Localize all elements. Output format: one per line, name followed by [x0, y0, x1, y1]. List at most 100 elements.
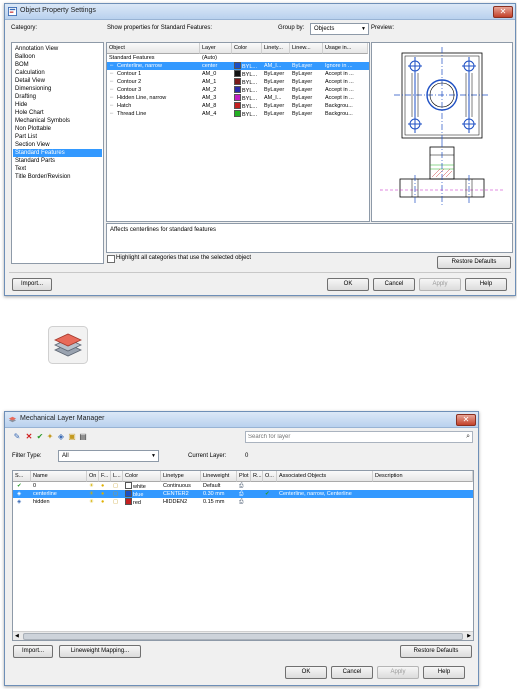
import-button[interactable]: Import...: [12, 278, 52, 291]
property-row[interactable]: Contour 1 AM_0 BYL... ByLayer ByLayer Accept …: [107, 70, 369, 78]
category-item[interactable]: Section View: [13, 141, 102, 149]
restore-defaults-button[interactable]: Restore Defaults: [437, 256, 511, 269]
layer-row[interactable]: ✔ 0 ☀ ● ▢ white Continuous Default ⎙: [13, 482, 473, 490]
cell-lineweight[interactable]: Default: [203, 482, 235, 490]
cell-color[interactable]: white: [125, 482, 159, 490]
cancel-button[interactable]: Cancel: [373, 278, 415, 291]
category-item[interactable]: Hide: [13, 101, 102, 109]
category-item[interactable]: Non Plottable: [13, 125, 102, 133]
column-header[interactable]: Object: [107, 43, 200, 54]
property-row[interactable]: Contour 3 AM_2 BYL... ByLayer ByLayer Accept …: [107, 86, 369, 94]
set-current-icon[interactable]: ✔: [36, 433, 44, 441]
close-button[interactable]: ✕: [456, 414, 476, 426]
category-item[interactable]: Part List: [13, 133, 102, 141]
property-row[interactable]: Hidden Line, narrow AM_3 BYL... AM_I... ByLa…: [107, 94, 369, 102]
lightbulb-icon[interactable]: ☀: [89, 482, 97, 490]
layer-row[interactable]: ◈ centerline ☀ ● ▢ blue CENTER2 0.30 mm ⎙ ✔ Center…: [13, 490, 473, 498]
category-item[interactable]: Text: [13, 165, 102, 173]
cancel-button[interactable]: Cancel: [331, 666, 373, 679]
printer-icon[interactable]: ⎙: [239, 490, 249, 498]
unlock-icon[interactable]: ▢: [113, 482, 121, 490]
category-item[interactable]: Dimensioning: [13, 85, 102, 93]
cell-color[interactable]: red: [125, 498, 159, 506]
scroll-thumb[interactable]: [23, 633, 463, 640]
printer-icon[interactable]: ⎙: [239, 498, 249, 506]
category-item[interactable]: BOM: [13, 61, 102, 69]
column-header[interactable]: Description: [373, 471, 473, 482]
category-item[interactable]: Title Border/Revision: [13, 173, 102, 181]
ok-button[interactable]: OK: [327, 278, 369, 291]
category-item[interactable]: Annotation View: [13, 45, 102, 53]
freeze-icon[interactable]: ●: [101, 482, 109, 490]
column-header[interactable]: L...: [111, 471, 123, 482]
category-item[interactable]: Balloon: [13, 53, 102, 61]
category-item[interactable]: Mechanical Symbols: [13, 117, 102, 125]
property-row[interactable]: Contour 2 AM_1 BYL... ByLayer ByLayer Accept …: [107, 78, 369, 86]
column-header[interactable]: Linety...: [262, 43, 290, 54]
column-header[interactable]: Associated Objects: [277, 471, 373, 482]
unlock-icon[interactable]: ▢: [113, 490, 121, 498]
group-row[interactable]: Standard Features (Auto): [107, 54, 369, 62]
column-header[interactable]: O...: [263, 471, 277, 482]
property-row[interactable]: Centerline, narrow center BYL... AM_I... ByL…: [107, 62, 369, 70]
settings-icon[interactable]: ▤: [79, 433, 87, 441]
filter-type-select[interactable]: All ▼: [58, 450, 159, 462]
layer-states-icon[interactable]: ◈: [57, 433, 65, 441]
horizontal-scrollbar[interactable]: ◀ ▶: [13, 631, 473, 640]
column-header[interactable]: S...: [13, 471, 31, 482]
layer-row[interactable]: ◈ hidden ☀ ● ▢ red HIDDEN2 0.15 mm ⎙: [13, 498, 473, 506]
category-item[interactable]: Standard Features: [13, 149, 102, 157]
column-header[interactable]: Color: [123, 471, 161, 482]
category-item[interactable]: Hole Chart: [13, 109, 102, 117]
freeze-icon[interactable]: ●: [101, 498, 109, 506]
column-header[interactable]: Usage in...: [323, 43, 368, 54]
lightbulb-icon[interactable]: ☀: [89, 498, 97, 506]
column-header[interactable]: F...: [99, 471, 111, 482]
column-header[interactable]: Plot: [237, 471, 251, 482]
category-item[interactable]: Standard Parts: [13, 157, 102, 165]
search-box[interactable]: ⌕: [245, 431, 473, 443]
ok-button[interactable]: OK: [285, 666, 327, 679]
property-row[interactable]: Thread Line AM_4 BYL... ByLayer ByLayer Backg…: [107, 110, 369, 118]
column-header[interactable]: Linetype: [161, 471, 201, 482]
cell-color[interactable]: blue: [125, 490, 159, 498]
apply-button[interactable]: Apply: [377, 666, 419, 679]
help-button[interactable]: Help: [465, 278, 507, 291]
restore-defaults-button[interactable]: Restore Defaults: [400, 645, 472, 658]
cell-linetype[interactable]: HIDDEN2: [163, 498, 199, 506]
close-button[interactable]: ✕: [493, 6, 513, 18]
cell-lineweight[interactable]: 0.30 mm: [203, 490, 235, 498]
column-header[interactable]: Linew...: [290, 43, 323, 54]
column-header[interactable]: Name: [31, 471, 87, 482]
scroll-right-icon[interactable]: ▶: [467, 632, 471, 640]
cell-lineweight[interactable]: 0.15 mm: [203, 498, 235, 506]
category-item[interactable]: Calculation: [13, 69, 102, 77]
printer-icon[interactable]: ⎙: [239, 482, 249, 490]
apply-button[interactable]: Apply: [419, 278, 461, 291]
freeze-icon[interactable]: ●: [101, 490, 109, 498]
column-header[interactable]: R...: [251, 471, 263, 482]
column-header[interactable]: On: [87, 471, 99, 482]
unlock-icon[interactable]: ▢: [113, 498, 121, 506]
category-list[interactable]: Annotation View Balloon BOM Calculation Deta…: [11, 42, 104, 264]
help-button[interactable]: Help: [423, 666, 465, 679]
property-row[interactable]: Hatch AM_8 BYL... ByLayer ByLayer Backgrou...…: [107, 102, 369, 110]
cell-linetype[interactable]: CENTER2: [163, 490, 199, 498]
lock-icon[interactable]: ▣: [68, 433, 76, 441]
import-button[interactable]: Import...: [13, 645, 53, 658]
column-header[interactable]: Layer: [200, 43, 232, 54]
new-layer-icon[interactable]: ✎: [13, 433, 21, 441]
scroll-left-icon[interactable]: ◀: [15, 632, 19, 640]
highlight-checkbox[interactable]: [107, 255, 115, 263]
column-header[interactable]: Lineweight: [201, 471, 237, 482]
group-by-select[interactable]: Objects ▼: [310, 23, 369, 35]
lightbulb-icon[interactable]: ☀: [89, 490, 97, 498]
category-item[interactable]: Drafting: [13, 93, 102, 101]
category-item[interactable]: Detail View: [13, 77, 102, 85]
cell-linetype[interactable]: Continuous: [163, 482, 199, 490]
search-input[interactable]: [248, 432, 453, 441]
column-header[interactable]: Color: [232, 43, 262, 54]
lineweight-mapping-button[interactable]: Lineweight Mapping...: [59, 645, 141, 658]
new-layer-vp-icon[interactable]: ✦: [46, 433, 54, 441]
delete-layer-icon[interactable]: ✕: [25, 433, 33, 441]
